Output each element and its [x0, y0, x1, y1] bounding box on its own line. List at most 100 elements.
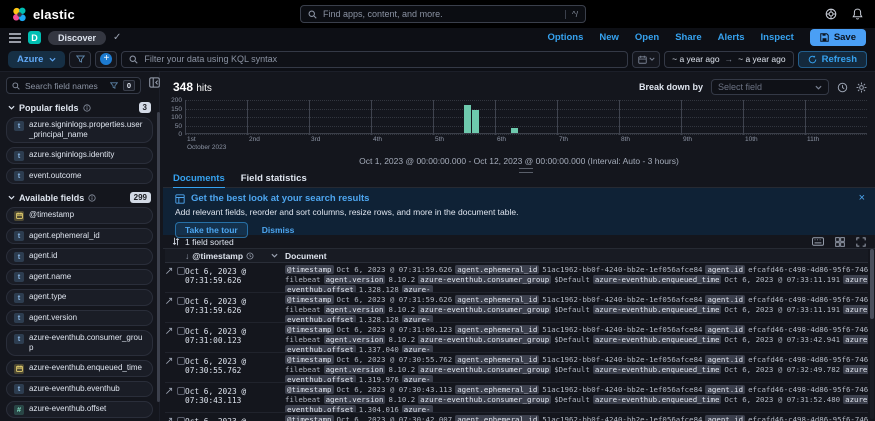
row-select-checkbox[interactable] — [177, 267, 185, 275]
filter-menu-button[interactable] — [69, 50, 92, 68]
display-options-grid-icon[interactable] — [835, 236, 845, 247]
histogram-bar[interactable] — [464, 104, 471, 133]
add-filter-button[interactable]: + — [95, 50, 118, 68]
dismiss-button[interactable]: Dismiss — [262, 225, 295, 235]
field-item[interactable]: # azure-eventhub.offset — [6, 401, 153, 418]
callout-title-row: Get the best look at your search results — [175, 193, 863, 204]
field-item[interactable]: t agent.name — [6, 268, 153, 285]
nav-options[interactable]: Options — [547, 32, 583, 43]
document-row[interactable]: Oct 6, 2023 @ 07:31:59.626 @timestamp Oct … — [165, 263, 868, 293]
tab-field-statistics[interactable]: Field statistics — [241, 173, 307, 188]
histogram-bar[interactable] — [510, 127, 518, 133]
document-row[interactable]: Oct 6, 2023 @ 07:30:55.762 @timestamp Oct … — [165, 353, 868, 383]
row-select-checkbox[interactable] — [177, 297, 185, 305]
kql-query-input[interactable]: Filter your data using KQL syntax — [121, 50, 629, 68]
expand-document-icon[interactable] — [165, 387, 173, 395]
save-button[interactable]: Save — [809, 29, 866, 46]
column-menu-chevron-icon[interactable] — [271, 253, 282, 258]
close-icon[interactable]: × — [859, 192, 865, 204]
time-range-to[interactable]: ~ a year ago — [738, 54, 786, 64]
row-select-checkbox[interactable] — [177, 417, 185, 421]
tab-documents[interactable]: Documents — [173, 173, 225, 189]
row-select-checkbox[interactable] — [177, 387, 185, 395]
document-line: eventhub.offset 1,337,040 azure- _ — [285, 344, 440, 352]
field-filter-icon[interactable] — [109, 82, 118, 89]
expand-document-icon[interactable] — [165, 267, 173, 275]
document-line: eventhub.offset 1,304,016 azure- _ — [285, 404, 440, 412]
available-fields-header[interactable]: Available fields 299 — [8, 192, 151, 203]
expand-document-icon[interactable] — [165, 417, 173, 421]
time-range-from[interactable]: ~ a year ago — [672, 54, 720, 64]
expand-document-icon[interactable] — [165, 357, 173, 365]
sort-desc-arrow-icon: ↓ — [185, 250, 190, 261]
document-line: @timestamp Oct 6, 2023 @ 07:31:59.626 agen… — [285, 265, 868, 274]
collapse-sidebar-icon[interactable] — [149, 77, 160, 88]
document-row[interactable]: Oct 6, 2023 @ 07:30:42.007@timestampOct … — [165, 413, 868, 421]
time-range-picker[interactable]: ~ a year ago → ~ a year ago — [664, 50, 794, 68]
notifications-bell-icon[interactable] — [852, 8, 863, 20]
date-picker-button[interactable] — [632, 50, 661, 68]
breakdown-field-select[interactable]: Select field — [711, 79, 829, 95]
refresh-button[interactable]: Refresh — [797, 50, 867, 68]
nav-open[interactable]: Open — [635, 32, 659, 43]
sorted-fields-label[interactable]: 1 field sorted — [185, 237, 234, 247]
data-view-picker[interactable]: Azure — [8, 50, 66, 68]
grid-header-timestamp[interactable]: ↓ @timestamp — [185, 251, 282, 261]
field-item[interactable]: t agent.ephemeral_id — [6, 227, 153, 244]
global-header-icons — [825, 8, 863, 20]
field-item[interactable]: t azure-eventhub.consumer_group — [6, 330, 153, 356]
field-name: azure.signinlogs.properties.user_princip… — [29, 120, 143, 139]
row-select-checkbox[interactable] — [177, 357, 185, 365]
help-icon[interactable] — [825, 8, 837, 20]
history-icon[interactable] — [837, 82, 848, 93]
field-item[interactable]: t agent.type — [6, 289, 153, 306]
table-scrollbar-thumb[interactable] — [870, 249, 874, 319]
nav-alerts[interactable]: Alerts — [718, 32, 745, 43]
chart-day-tick — [805, 100, 806, 135]
nav-inspect[interactable]: Inspect — [761, 32, 794, 43]
menu-hamburger-icon[interactable] — [9, 32, 21, 43]
row-controls — [165, 353, 185, 382]
nav-share[interactable]: Share — [675, 32, 701, 43]
document-row[interactable]: Oct 6, 2023 @ 07:31:00.123 @timestamp Oct … — [165, 323, 868, 353]
sidebar-scrollbar[interactable] — [157, 112, 160, 402]
expand-document-icon[interactable] — [165, 327, 173, 335]
field-item[interactable]: t azure-eventhub.eventhub — [6, 380, 153, 397]
field-item[interactable]: t agent.id — [6, 248, 153, 265]
table-scrollbar[interactable] — [870, 249, 874, 419]
field-item[interactable]: t agent.version — [6, 309, 153, 326]
histogram-chart: 200 150 100 50 0 1st October 2023 2nd 3rd 4th 5th… — [169, 97, 869, 154]
field-item[interactable]: @timestamp — [6, 207, 153, 224]
document-row[interactable]: Oct 6, 2023 @ 07:30:43.113 @timestamp Oct … — [165, 383, 868, 413]
text-field-type-icon: t — [14, 150, 24, 161]
chart-plot-area[interactable] — [185, 100, 867, 135]
popular-fields-header[interactable]: Popular fields 3 — [8, 102, 151, 113]
sort-fields-icon[interactable] — [172, 237, 180, 246]
keyboard-icon[interactable] — [812, 237, 824, 246]
field-search-input[interactable]: Search field names 0 — [6, 77, 141, 94]
field-item[interactable]: t event.outcome — [6, 167, 153, 184]
discover-app-badge[interactable]: D — [28, 31, 41, 44]
row-select-checkbox[interactable] — [177, 327, 185, 335]
elastic-logo[interactable]: elastic — [12, 7, 75, 22]
arrow-right-icon: → — [724, 54, 734, 64]
gear-icon[interactable] — [856, 82, 867, 93]
field-item[interactable]: azure-eventhub.enqueued_time — [6, 360, 153, 377]
global-search-input[interactable]: Find apps, content, and more. ^/ — [300, 5, 586, 23]
breadcrumb[interactable]: Discover — [48, 30, 107, 45]
expand-document-icon[interactable] — [165, 297, 173, 305]
field-item[interactable]: t azure.signinlogs.identity — [6, 147, 153, 164]
field-filter-count-badge: 0 — [122, 80, 135, 91]
nav-new[interactable]: New — [599, 32, 619, 43]
chart-day-tick — [247, 100, 248, 135]
histogram-bar[interactable] — [472, 110, 480, 133]
grid-header-document[interactable]: Document — [282, 251, 868, 261]
document-line: filebeat agent.version 8.10.2 azure-eventhu… — [285, 304, 868, 315]
search-icon — [308, 10, 317, 19]
x-axis-tick-label: 7th — [559, 136, 569, 143]
save-icon — [820, 33, 829, 42]
hits-count: 348 hits — [173, 80, 212, 94]
fullscreen-icon[interactable] — [856, 236, 866, 247]
field-item[interactable]: t azure.signinlogs.properties.user_princi… — [6, 117, 153, 143]
document-row[interactable]: Oct 6, 2023 @ 07:31:59.626 @timestamp Oct … — [165, 293, 868, 323]
